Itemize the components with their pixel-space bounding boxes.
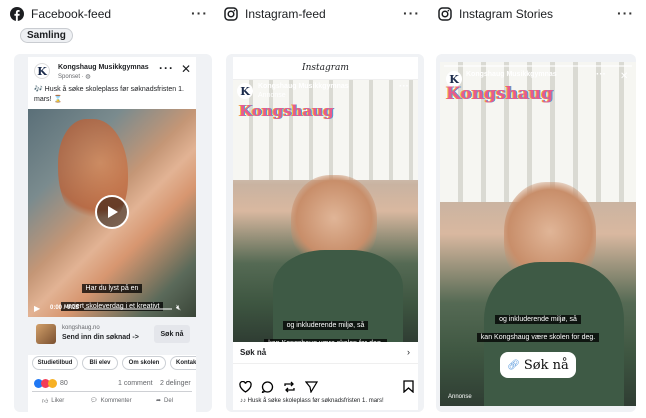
link-title: Send inn din søknad -> bbox=[62, 334, 139, 341]
comment-icon: 💬︎ bbox=[90, 398, 98, 404]
send-icon[interactable] bbox=[304, 380, 319, 398]
volume-icon[interactable]: 🔇︎ bbox=[176, 303, 181, 313]
column-header: Facebook-feed bbox=[10, 0, 216, 28]
chip-studietilbud[interactable]: Studietilbud bbox=[32, 356, 78, 370]
post-caption: ♪♪ Husk å søke skoleplass før søknadsfri… bbox=[240, 398, 384, 404]
globe-icon: ◍ bbox=[85, 74, 91, 80]
reactions[interactable]: 80 bbox=[34, 379, 68, 388]
more-options-button[interactable]: ··· bbox=[403, 6, 420, 20]
sponsored-label: Annonse bbox=[258, 92, 286, 99]
video-subtitle: og inkluderende miljø, så kan Kongshaug … bbox=[440, 308, 636, 344]
like-button[interactable]: 👍︎ Liker bbox=[42, 397, 64, 405]
close-icon[interactable]: ✕ bbox=[620, 71, 628, 82]
column-title: Instagram Stories bbox=[459, 7, 554, 21]
chip-om-skolen[interactable]: Om skolen bbox=[122, 356, 166, 370]
reaction-count: 80 bbox=[60, 380, 68, 387]
advertiser-name[interactable]: Kongshaug Musikkgymnas bbox=[58, 64, 149, 71]
chip-bli-elev[interactable]: Bli elev bbox=[82, 356, 118, 370]
instagram-stories-column: Instagram Stories ··· bbox=[438, 0, 644, 28]
window-background bbox=[440, 62, 636, 202]
instagram-header: Instagram bbox=[233, 57, 418, 80]
facebook-post: K Kongshaug Musikkgymnas Sponset · ◍ ···… bbox=[28, 57, 196, 413]
more-options-button[interactable]: ··· bbox=[399, 81, 409, 92]
column-title: Facebook-feed bbox=[31, 7, 112, 21]
link-icon: 🔗︎ bbox=[507, 359, 520, 371]
heart-icon[interactable] bbox=[239, 380, 252, 398]
more-options-button[interactable]: ··· bbox=[159, 61, 174, 75]
column-title: Instagram-feed bbox=[245, 7, 326, 21]
more-options-button[interactable]: ··· bbox=[617, 6, 634, 20]
brand-logo: Kongshaug bbox=[239, 102, 334, 120]
play-icon[interactable] bbox=[95, 195, 129, 229]
facebook-feed-column: Facebook-feed ··· Samling bbox=[10, 0, 216, 43]
video-subtitle: og inkluderende miljø, så kan Kongshaug … bbox=[233, 314, 418, 342]
advertiser-name[interactable]: Kongshaug Musikkgymnas bbox=[258, 83, 349, 90]
brand-logo: Kongshaug bbox=[446, 84, 554, 104]
post-actions bbox=[239, 380, 414, 394]
share-icon: ➦ bbox=[156, 398, 162, 404]
story-video[interactable]: K Kongshaug Musikkgymnas ··· ✕ Kongshaug… bbox=[440, 62, 636, 406]
video-time: 0:00 / 0:25 bbox=[50, 305, 80, 311]
care-reaction-icon bbox=[48, 379, 57, 388]
bookmark-icon[interactable] bbox=[403, 380, 414, 398]
collection-badge: Samling bbox=[20, 28, 73, 43]
sponsored-label: Sponset · ◍ bbox=[58, 74, 91, 80]
instagram-feed-column: Instagram-feed ··· bbox=[224, 0, 430, 28]
link-domain: kongshaug.no bbox=[62, 325, 100, 331]
comment-button[interactable]: 💬︎ Kommenter bbox=[90, 397, 132, 405]
comment-icon[interactable] bbox=[261, 380, 274, 398]
cta-button[interactable]: 🔗︎ Søk nå bbox=[500, 352, 576, 378]
facebook-icon bbox=[10, 7, 24, 21]
cta-button[interactable]: Søk nå bbox=[154, 325, 190, 343]
avatar[interactable]: K bbox=[34, 63, 50, 79]
share-button[interactable]: ➦ Del bbox=[156, 397, 173, 405]
link-thumbnail bbox=[36, 324, 56, 344]
post-video[interactable]: K Kongshaug Musikkgymnas Annonse ··· Kon… bbox=[233, 80, 418, 342]
column-header: Instagram-feed bbox=[224, 0, 430, 28]
repost-icon[interactable] bbox=[283, 380, 296, 398]
cta-bar[interactable]: Søk nå › bbox=[233, 342, 418, 364]
thumbs-up-icon: 👍︎ bbox=[42, 399, 49, 405]
comment-count[interactable]: 1 comment bbox=[118, 380, 153, 387]
share-count[interactable]: 2 delinger bbox=[160, 380, 191, 387]
advertiser-name[interactable]: Kongshaug Musikkgymnas bbox=[466, 71, 557, 78]
more-options-button[interactable]: ··· bbox=[191, 6, 208, 20]
column-header: Instagram Stories bbox=[438, 0, 644, 28]
play-control-icon[interactable]: ▶ bbox=[34, 304, 40, 313]
chip-kontakt[interactable]: Kontakt bbox=[170, 356, 196, 370]
sponsored-label: Annonse bbox=[448, 394, 472, 400]
instagram-post: Instagram K Kongshaug Musikkgymnas Annon… bbox=[233, 57, 418, 410]
instagram-logo: Instagram bbox=[302, 63, 349, 73]
cta-label: Søk nå bbox=[240, 348, 267, 357]
story-progress-bar bbox=[444, 65, 632, 67]
instagram-icon bbox=[438, 7, 452, 21]
avatar[interactable]: K bbox=[237, 83, 253, 99]
link-preview[interactable]: kongshaug.no Send inn din søknad -> Søk … bbox=[28, 317, 196, 355]
cta-label: Søk nå bbox=[523, 357, 569, 373]
video-progress-bar[interactable] bbox=[84, 308, 172, 310]
divider bbox=[32, 391, 192, 392]
post-video[interactable]: Har du lyst på en variert skoleverdag i … bbox=[28, 109, 196, 317]
close-icon[interactable]: ✕ bbox=[181, 62, 191, 76]
chevron-right-icon: › bbox=[407, 347, 410, 357]
more-options-button[interactable]: ··· bbox=[596, 69, 606, 80]
post-text: 🎶 Husk å søke skoleplass før søknadsfris… bbox=[34, 86, 184, 103]
instagram-icon bbox=[224, 7, 238, 21]
